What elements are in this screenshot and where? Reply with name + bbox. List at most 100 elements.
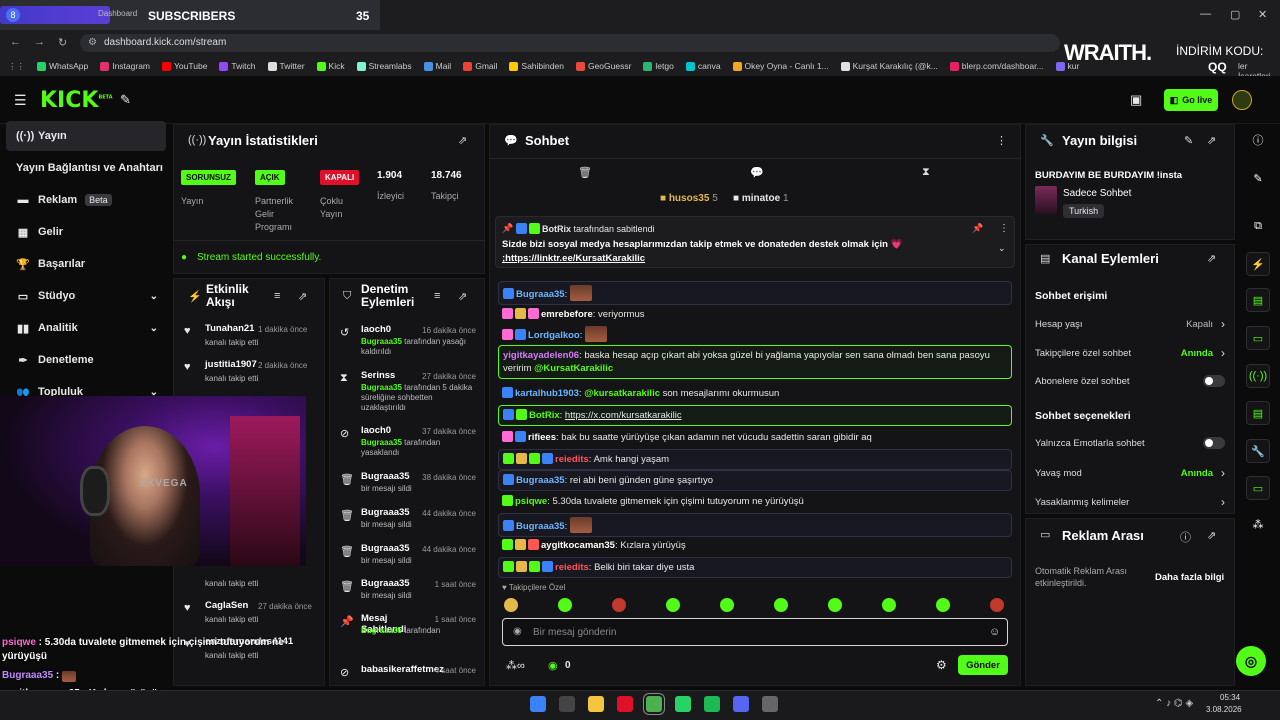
trash-icon[interactable]: 🗑 bbox=[578, 166, 592, 179]
pencil-icon[interactable]: ✎ bbox=[1246, 166, 1270, 190]
quick-emote[interactable] bbox=[828, 598, 842, 612]
sidebar-item-0[interactable]: ((·)) Yayın bbox=[6, 121, 166, 151]
setting-row[interactable]: Hesap yaşı Kapalı › bbox=[1035, 317, 1225, 331]
chat-message[interactable]: aygitkocaman35: Kızlara yürüyüş bbox=[498, 536, 1012, 555]
sidebar-item-2[interactable]: ▬ Reklam Beta bbox=[0, 185, 170, 215]
popout-icon[interactable]: ⇗ bbox=[1207, 134, 1216, 147]
bookmark-item[interactable]: Mail bbox=[423, 61, 451, 71]
bookmark-item[interactable]: letgo bbox=[643, 61, 674, 71]
chat-input[interactable]: ◉ Bir mesaj gönderin ☺ bbox=[502, 618, 1008, 646]
chrome-icon[interactable] bbox=[643, 693, 665, 715]
popout-icon[interactable]: ⇗ bbox=[458, 134, 467, 147]
crop-icon[interactable]: ⧉ bbox=[1246, 214, 1270, 238]
popout-icon[interactable]: ⇗ bbox=[458, 290, 467, 303]
sidebar-item-1[interactable]: Yayın Bağlantısı ve Anahtarı bbox=[0, 153, 170, 183]
bookmark-item[interactable]: blerp.com/dashboar... bbox=[949, 61, 1044, 71]
chat-username[interactable]: psiqwe bbox=[515, 496, 547, 507]
activity-username[interactable]: justitia1907 bbox=[205, 359, 257, 370]
popout-icon[interactable]: ⇗ bbox=[298, 290, 307, 303]
unpin-icon[interactable]: 📌 bbox=[972, 223, 983, 234]
bookmark-item[interactable]: Sahibinden bbox=[509, 61, 564, 71]
setting-row[interactable]: Yasaklanmış kelimeler › bbox=[1035, 495, 1225, 509]
search-icon[interactable] bbox=[559, 696, 575, 712]
info-icon[interactable]: ⓘ bbox=[1246, 128, 1270, 152]
obs-icon[interactable] bbox=[762, 696, 778, 712]
chevron-right-icon[interactable]: › bbox=[1221, 466, 1225, 480]
quick-emote[interactable] bbox=[936, 598, 950, 612]
send-button[interactable]: Gönder bbox=[958, 655, 1008, 675]
minimize-icon[interactable]: — bbox=[1200, 8, 1211, 20]
activity-username[interactable]: Tunahan21 bbox=[205, 323, 254, 334]
chat-username[interactable]: reiedits bbox=[555, 454, 589, 465]
menu-icon[interactable]: ☰ bbox=[14, 92, 27, 109]
tray-icons[interactable]: ⌃ ♪ ⌬ ◈ bbox=[1155, 698, 1193, 709]
gear-icon[interactable]: ⚙ bbox=[936, 658, 947, 672]
chat-username[interactable]: kartalhub1903 bbox=[515, 388, 579, 399]
quick-emote[interactable] bbox=[720, 598, 734, 612]
chat-message[interactable]: rifiees: bak bu saatte yürüyüşe çıkan ad… bbox=[498, 428, 1012, 447]
bookmark-item[interactable]: canva bbox=[685, 61, 721, 71]
mod-actor[interactable]: Bugraaa35 bbox=[361, 626, 402, 635]
toggle-switch[interactable] bbox=[1203, 375, 1225, 387]
emoji-icon[interactable]: ☺ bbox=[989, 626, 1000, 638]
url-field[interactable]: ⚙ dashboard.kick.com/stream bbox=[80, 34, 1060, 52]
kick-logo[interactable]: KICKBETA bbox=[40, 88, 113, 113]
sidebar-item-5[interactable]: ▭ Stüdyo ⌄ bbox=[0, 281, 170, 311]
activity-username[interactable]: CaglaSen bbox=[205, 600, 248, 611]
chat-icon[interactable]: 💬 bbox=[750, 166, 764, 179]
reload-icon[interactable]: ↻ bbox=[58, 36, 67, 49]
chat-message[interactable]: reiedits: Belki biri takar diye usta bbox=[498, 557, 1012, 578]
chat-username[interactable]: Bugraaa35 bbox=[516, 521, 565, 532]
chevron-down-icon[interactable]: ⌄ bbox=[150, 323, 158, 334]
bookmark-item[interactable]: GeoGuessr bbox=[575, 61, 631, 71]
studio-icon[interactable]: ▣ bbox=[1130, 92, 1142, 108]
server-icon[interactable]: ▤ bbox=[1246, 401, 1270, 425]
chat-username[interactable]: aygitkocaman35 bbox=[541, 540, 615, 551]
folder-icon[interactable] bbox=[588, 696, 604, 712]
bookmark-item[interactable]: Instagram bbox=[100, 61, 150, 71]
info-icon[interactable]: ⓘ bbox=[1180, 529, 1191, 545]
edit-icon[interactable]: ✎ bbox=[1184, 134, 1193, 147]
chat-message[interactable]: yigitkayadelen06: baska hesap açıp çıkar… bbox=[498, 345, 1012, 379]
bookmark-item[interactable]: Twitch bbox=[219, 61, 256, 71]
bookmark-item[interactable]: Kurşat Karakılıç (@k... bbox=[840, 61, 938, 71]
wrench-icon[interactable]: 🔧 bbox=[1246, 439, 1270, 463]
bookmark-item[interactable]: WhatsApp bbox=[37, 61, 88, 71]
category-name[interactable]: Sadece Sohbet bbox=[1063, 188, 1131, 199]
mod-actor[interactable]: Bugraaa35 bbox=[361, 383, 402, 392]
pinned-link[interactable]: ;https://linktr.ee/KursatKarakilic bbox=[502, 253, 645, 264]
pinned-more-icon[interactable]: ⋮ bbox=[999, 223, 1009, 234]
tv-icon[interactable]: ▭ bbox=[1246, 476, 1270, 500]
quick-emote[interactable] bbox=[990, 598, 1004, 612]
chevron-down-icon[interactable]: ⌄ bbox=[998, 243, 1006, 254]
go-live-button[interactable]: ◧ Go live bbox=[1164, 89, 1218, 111]
chat-username[interactable]: reiedits bbox=[555, 562, 589, 573]
popout-icon[interactable]: ⇗ bbox=[1207, 529, 1216, 542]
avatar[interactable] bbox=[1232, 90, 1252, 110]
toggle-switch[interactable] bbox=[1203, 437, 1225, 449]
chat-message[interactable]: BotRix: https://x.com/kursatkarakilic bbox=[498, 405, 1012, 426]
chat-message[interactable]: kartalhub1903: @kursatkarakilic son mesa… bbox=[498, 384, 1012, 403]
chat-settings-extra-icon[interactable]: ⁂∞ bbox=[506, 659, 525, 672]
chevron-right-icon[interactable]: › bbox=[1221, 346, 1225, 360]
pinned-message[interactable]: 📌 BotRix tarafından sabitlendi Sizde biz… bbox=[495, 216, 1015, 268]
sidebar-item-3[interactable]: ▦ Gelir bbox=[0, 217, 170, 247]
setting-row[interactable]: Yalnızca Emotlarla sohbet bbox=[1035, 437, 1225, 449]
bookmark-item[interactable]: YouTube bbox=[162, 61, 207, 71]
quick-emote[interactable] bbox=[504, 598, 518, 612]
filter-icon[interactable]: ≡ bbox=[274, 290, 280, 302]
sidebar-item-6[interactable]: ▮▮ Analitik ⌄ bbox=[0, 313, 170, 343]
whatsapp-icon[interactable] bbox=[675, 696, 691, 712]
chat-username[interactable]: yigitkayadelen06 bbox=[503, 350, 579, 361]
mod-actor[interactable]: Bugraaa35 bbox=[361, 438, 402, 447]
chat-username[interactable]: BotRix bbox=[529, 410, 560, 421]
support-chat-button[interactable]: ◎ bbox=[1236, 646, 1266, 676]
chat-message[interactable]: emrebefore: veriyormus bbox=[498, 305, 1012, 324]
bolt-icon[interactable]: ⚡ bbox=[1246, 252, 1270, 276]
opera-icon[interactable] bbox=[617, 696, 633, 712]
chat-username[interactable]: Bugraaa35 bbox=[516, 289, 565, 300]
pin-tool-icon[interactable]: ✎ bbox=[120, 92, 131, 108]
chat-username[interactable]: rifiees bbox=[528, 432, 556, 443]
chat-mention[interactable]: @KursatKarakilic bbox=[534, 363, 613, 374]
more-options-icon[interactable]: ⋮ bbox=[996, 134, 1007, 147]
